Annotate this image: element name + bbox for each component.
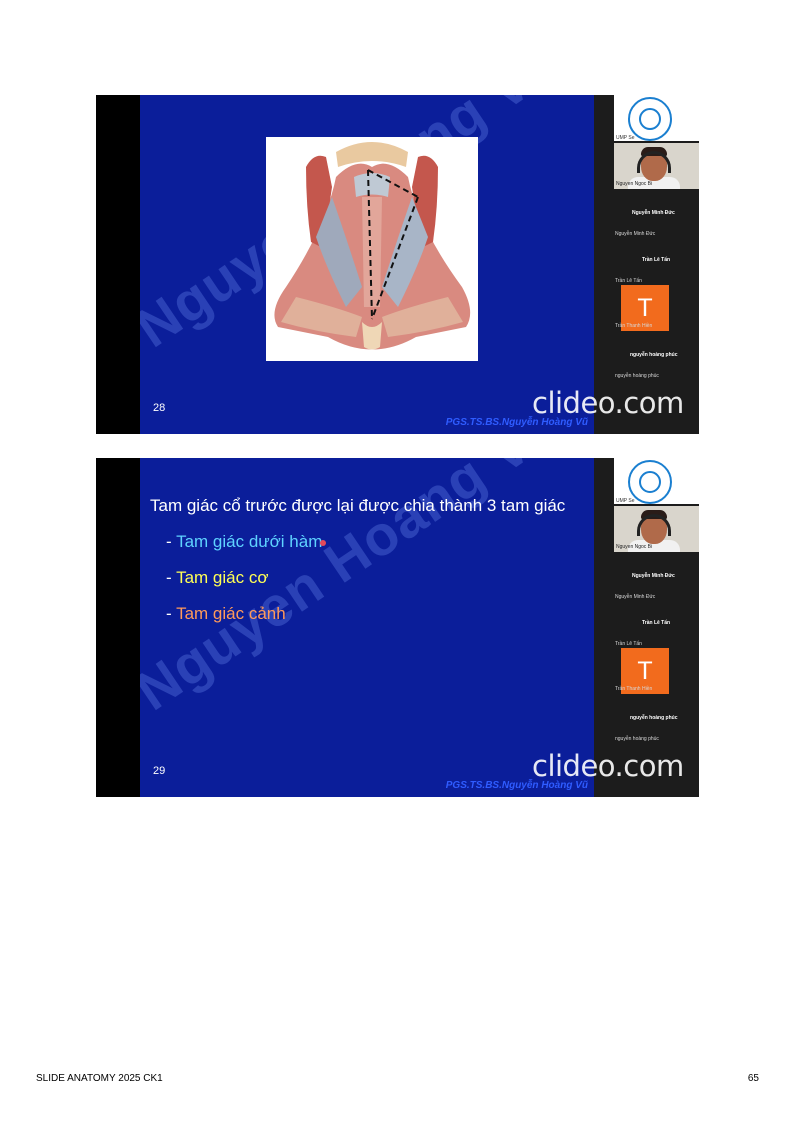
speaker-video[interactable]: Nguyen Ngoc Bi [614, 506, 699, 552]
neck-anatomy-illustration [266, 137, 478, 361]
participant-name[interactable]: Trần Lê Tấn [615, 641, 642, 647]
participant-title: Nguyễn Minh Đức [632, 573, 675, 579]
participant-name[interactable]: nguyễn hoàng phúc [615, 736, 659, 742]
slide-29: Nguyen Hoang Vu Tam giác cổ trước được l… [96, 458, 699, 797]
participant-title: nguyễn hoàng phúc [630, 352, 678, 358]
clideo-watermark: clideo.com [532, 386, 684, 420]
bullet-item: - Tam giác cảnh [166, 604, 286, 623]
participant-title: Trần Lê Tấn [642, 257, 671, 263]
slide-content: Nguyen Hoang Vu 28 PGS.TS.BS.Nguyễn Hoàn… [140, 95, 594, 434]
bullet-item: - Tam giác dưới hàm [166, 532, 327, 552]
bullet-item: - Tam giác cơ [166, 568, 269, 587]
participants-panel: UMP Se Nguyen Ngoc Bi Nguyễn Minh Đức Ng… [594, 458, 699, 797]
participant-title: Nguyễn Minh Đức [632, 210, 675, 216]
slide-left-bar [96, 458, 140, 797]
video-name: Nguyen Ngoc Bi [616, 181, 653, 187]
tile-participant-name: Trần Thanh Hiền [615, 323, 653, 329]
tile-participant-name: Trần Thanh Hiền [615, 686, 653, 692]
participant-title: Trần Lê Tấn [642, 620, 671, 626]
participant-name[interactable]: Trần Lê Tấn [615, 278, 642, 284]
slide-content: Nguyen Hoang Vu Tam giác cổ trước được l… [140, 458, 594, 797]
self-label: UMP Se [616, 135, 635, 141]
participants-panel: UMP Se Nguyen Ngoc Bi Nguyễn Minh Đức Ng… [594, 95, 699, 434]
participant-title: nguyễn hoàng phúc [630, 715, 678, 721]
self-label: UMP Se [616, 498, 635, 504]
participant-name[interactable]: Nguyễn Minh Đức [615, 594, 655, 600]
speaker-video[interactable]: Nguyen Ngoc Bi [614, 143, 699, 189]
footer-page-number: 65 [747, 1073, 759, 1084]
slide-number: 28 [153, 402, 166, 414]
slide-28: Nguyen Hoang Vu 28 PGS.TS.BS.Nguyễn Hoàn… [96, 95, 699, 434]
slide-left-bar [96, 95, 140, 434]
participant-name[interactable]: nguyễn hoàng phúc [615, 373, 659, 379]
footer-document-title: SLIDE ANATOMY 2025 CK1 [36, 1073, 163, 1084]
clideo-watermark: clideo.com [532, 749, 684, 783]
participant-name[interactable]: Nguyễn Minh Đức [615, 231, 655, 237]
video-name: Nguyen Ngoc Bi [616, 544, 653, 550]
slide-heading: Tam giác cổ trước được lại được chia thà… [150, 496, 566, 515]
pointer-dot-icon [320, 539, 327, 546]
slide-number: 29 [153, 765, 166, 777]
